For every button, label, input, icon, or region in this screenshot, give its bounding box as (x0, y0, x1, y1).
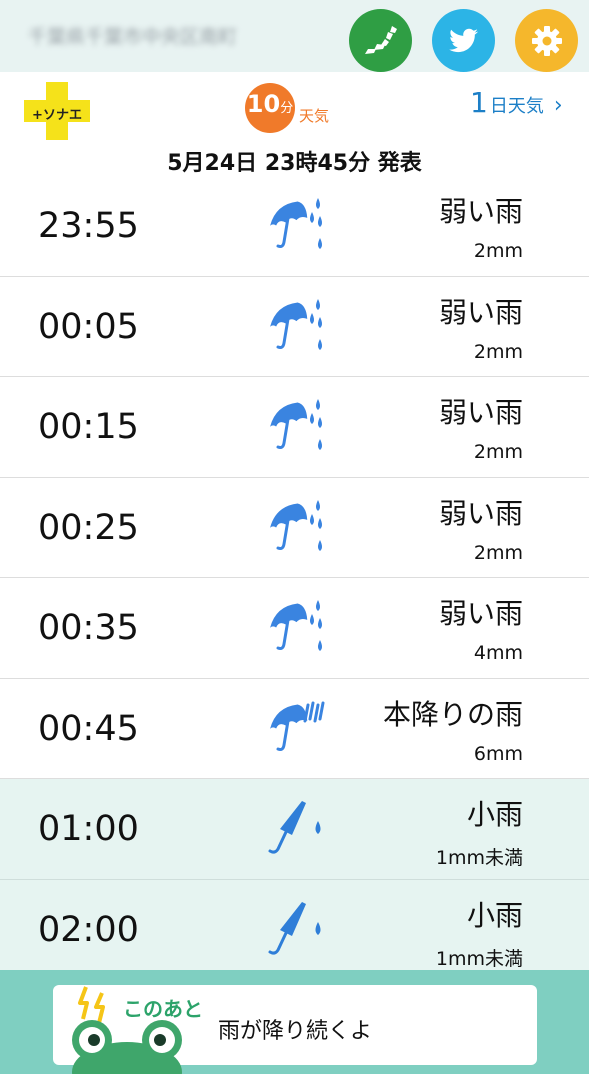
location-name[interactable]: 千葉県千葉市中央区南町 (28, 22, 328, 52)
forecast-weather: 弱い雨 (438, 496, 523, 530)
map-button[interactable] (349, 9, 412, 72)
one-day-weather-link[interactable]: 1 日天気 › (470, 86, 563, 119)
forecast-time: 00:15 (38, 407, 139, 447)
forecast-amount: 2mm (473, 240, 523, 262)
forecast-amount: 1mm未満 (435, 947, 523, 970)
forecast-time: 01:00 (38, 809, 139, 849)
ten-minute-badge: 10 分 (245, 83, 295, 133)
forecast-time: 00:25 (38, 507, 139, 548)
ten-minute-number: 10 (246, 90, 281, 118)
chevron-right-icon: › (553, 93, 563, 118)
forecast-row: 23:55 弱い雨 2mm (0, 176, 589, 277)
umbrella-light-rain-icon (270, 298, 322, 350)
sonae-logo[interactable]: +ソナエ (24, 82, 90, 140)
forecast-weather: 弱い雨 (438, 597, 523, 630)
forecast-weather: 本降りの雨 (382, 697, 523, 731)
frog-icon (72, 1020, 182, 1074)
one-day-text: 日天気 (489, 96, 544, 117)
forecast-weather: 小雨 (466, 898, 523, 932)
forecast-weather: 弱い雨 (438, 396, 523, 429)
umbrella-light-rain-icon (270, 399, 322, 450)
forecast-header: +ソナエ 10 分 天気 1 日天気 › 5月24日 23時45分 発表 (0, 72, 589, 182)
top-bar: 千葉県千葉市中央区南町 (0, 0, 589, 72)
forecast-time: 00:05 (38, 306, 139, 347)
forecast-amount: 1mm未満 (435, 847, 523, 869)
forecast-row: 01:00 小雨 1mm未満 (0, 779, 589, 880)
forecast-amount: 6mm (473, 742, 523, 765)
umbrella-light-rain-icon (270, 600, 322, 651)
umbrella-light-rain-icon (270, 198, 322, 249)
twitter-button[interactable] (432, 9, 495, 72)
forecast-time: 00:45 (38, 708, 139, 749)
forecast-row: 02:00 小雨 1mm未満 (0, 879, 589, 980)
one-day-number: 1 (470, 86, 488, 119)
forecast-amount: 2mm (473, 340, 523, 363)
umbrella-drizzle-icon (268, 901, 321, 955)
forecast-time: 02:00 (38, 909, 139, 950)
umbrella-drizzle-icon (268, 801, 321, 854)
forecast-row: 00:25 弱い雨 2mm (0, 478, 589, 578)
ten-minute-label: 天気 (299, 107, 330, 125)
forecast-row: 00:05 弱い雨 2mm (0, 277, 589, 377)
twitter-bird-icon (448, 28, 478, 52)
umbrella-light-rain-icon (270, 499, 322, 551)
ten-minute-unit: 分 (280, 101, 294, 116)
forecast-amount: 2mm (473, 541, 523, 564)
forecast-list: 23:55 弱い雨 2mm 00:05 弱い雨 2mm 00:15 弱い雨 2m… (0, 176, 589, 980)
announcement-time: 5月24日 23時45分 発表 (167, 151, 422, 176)
forecast-weather: 弱い雨 (438, 295, 523, 329)
umbrella-heavy-rain-icon (270, 701, 325, 751)
bottom-banner: このあと 雨が降り続くよ (0, 970, 589, 1074)
forecast-time: 23:55 (38, 206, 139, 246)
forecast-time: 00:35 (38, 608, 139, 648)
forecast-weather: 小雨 (466, 798, 523, 831)
sonae-logo-text: +ソナエ (32, 108, 82, 123)
forecast-row: 00:45 本降りの雨 6mm (0, 679, 589, 779)
bubble-message: 雨が降り続くよ (218, 1019, 373, 1044)
forecast-row: 00:35 弱い雨 4mm (0, 578, 589, 679)
forecast-amount: 2mm (473, 441, 523, 463)
japan-map-icon (364, 25, 397, 54)
forecast-amount: 4mm (473, 642, 523, 664)
gear-icon (531, 25, 562, 56)
forecast-weather: 弱い雨 (438, 195, 523, 228)
settings-button[interactable] (515, 9, 578, 72)
forecast-row: 00:15 弱い雨 2mm (0, 377, 589, 478)
